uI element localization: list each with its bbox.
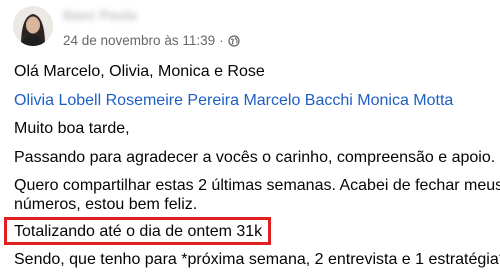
thanks-text: Passando para agradecer a vocês o carinh… <box>14 149 496 166</box>
author-name[interactable]: Baez Paula <box>63 7 137 23</box>
share-text-line-2: números, estou bem feliz. <box>14 196 198 213</box>
post: Baez Paula 24 de novembro às 11:39 · Olá… <box>0 0 500 274</box>
tag-monica-motta[interactable]: Monica Motta <box>357 92 453 109</box>
tag-rosemeire-pereira[interactable]: Rosemeire Pereira <box>106 92 239 109</box>
post-date[interactable]: 24 de novembro às 11:39 <box>63 33 215 48</box>
post-meta: 24 de novembro às 11:39 · <box>63 33 240 48</box>
afternoon-text: Muito boa tarde, <box>14 120 130 137</box>
avatar-photo <box>13 6 53 46</box>
tagged-people: Olivia Lobell Rosemeire Pereira Marcelo … <box>14 91 453 111</box>
greeting-text: Olá Marcelo, Olivia, Monica e Rose <box>14 63 265 80</box>
highlight-box <box>4 217 271 245</box>
meta-separator: · <box>219 33 224 48</box>
next-week-text: Sendo, que tenho para *próxima semana, 2… <box>14 251 500 268</box>
globe-icon[interactable] <box>227 34 240 47</box>
tag-olivia-lobell[interactable]: Olivia Lobell <box>14 92 101 109</box>
tag-marcelo-bacchi[interactable]: Marcelo Bacchi <box>243 92 352 109</box>
avatar[interactable] <box>13 6 53 46</box>
share-text-line-1: Quero compartilhar estas 2 últimas seman… <box>14 177 500 194</box>
